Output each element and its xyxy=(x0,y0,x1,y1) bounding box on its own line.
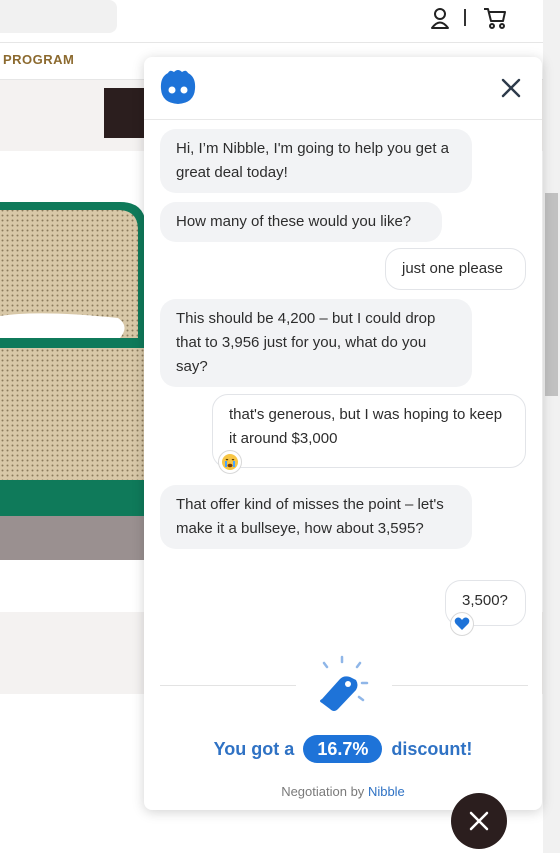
close-icon[interactable] xyxy=(500,77,522,99)
scrollbar[interactable] xyxy=(543,0,560,853)
crying-face-emoji-icon xyxy=(218,450,242,474)
nibble-link[interactable]: Nibble xyxy=(368,784,405,799)
nav-item-program[interactable]: PROGRAM xyxy=(3,52,74,67)
blue-heart-emoji-icon xyxy=(450,612,474,636)
user-message: that's generous, but I was hoping to kee… xyxy=(212,394,526,468)
cart-icon[interactable] xyxy=(483,7,507,29)
nav-divider-top xyxy=(0,42,545,43)
discount-result: You got a 16.7% discount! xyxy=(144,735,542,763)
bot-message: That offer kind of misses the point – le… xyxy=(160,485,472,549)
discount-prefix: You got a xyxy=(213,739,295,759)
product-bed-image xyxy=(0,198,150,560)
discount-badge: 16.7% xyxy=(303,735,383,763)
chat-header xyxy=(144,57,542,120)
search-bar[interactable] xyxy=(0,0,117,33)
price-tag-icon xyxy=(320,655,369,711)
account-icon[interactable] xyxy=(430,7,450,29)
chat-widget: Hi, I’m Nibble, I'm going to help you ge… xyxy=(144,57,542,810)
bot-message: How many of these would you like? xyxy=(160,202,442,242)
powered-by-prefix: Negotiation by xyxy=(281,784,365,799)
divider-line xyxy=(392,685,528,686)
nibble-logo-icon xyxy=(160,70,196,104)
divider-line xyxy=(160,685,296,686)
user-message: just one please xyxy=(385,248,526,290)
discount-suffix: discount! xyxy=(391,739,473,759)
close-icon xyxy=(469,811,489,831)
bot-message: Hi, I’m Nibble, I'm going to help you ge… xyxy=(160,129,472,193)
chat-toggle-button[interactable] xyxy=(451,793,507,849)
scrollbar-thumb[interactable] xyxy=(545,193,558,396)
bot-message: This should be 4,200 – but I could drop … xyxy=(160,299,472,387)
header-divider xyxy=(464,9,466,26)
promo-tile[interactable] xyxy=(104,88,144,138)
